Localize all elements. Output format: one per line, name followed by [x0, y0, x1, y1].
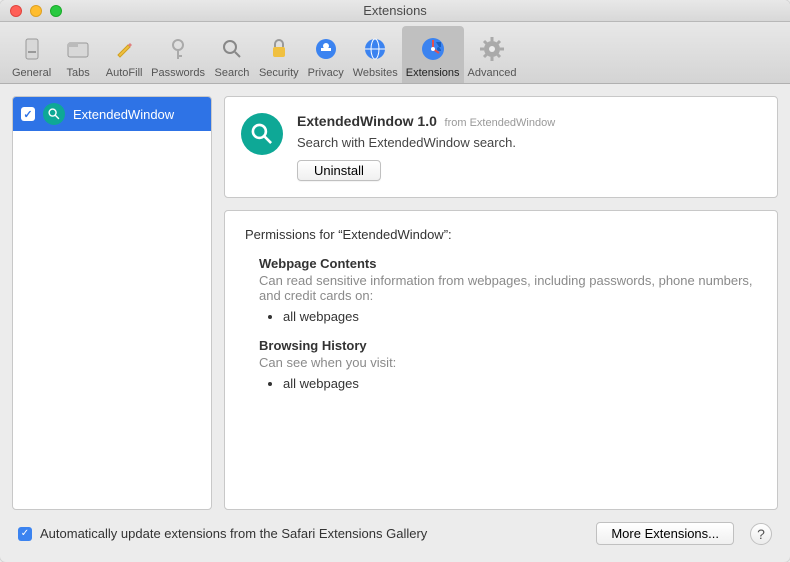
extension-from: from ExtendedWindow — [445, 117, 556, 129]
tab-websites[interactable]: Websites — [349, 26, 402, 83]
tab-label: General — [12, 67, 51, 79]
tab-general[interactable]: General — [8, 26, 55, 83]
extension-title-row: ExtendedWindow 1.0 from ExtendedWindow — [297, 113, 761, 129]
tab-label: AutoFill — [106, 67, 143, 79]
maximize-button[interactable] — [50, 5, 62, 17]
auto-update-label: Automatically update extensions from the… — [40, 526, 427, 541]
tab-extensions[interactable]: Extensions — [402, 26, 464, 83]
preferences-window: Extensions General Tabs AutoFill Passwor… — [0, 0, 790, 562]
tab-label: Security — [259, 67, 299, 79]
permission-list: all webpages — [283, 309, 757, 324]
tab-passwords[interactable]: Passwords — [147, 26, 209, 83]
tab-label: Advanced — [468, 67, 517, 79]
tab-label: Search — [215, 67, 250, 79]
more-extensions-button[interactable]: More Extensions... — [596, 522, 734, 545]
extension-icon — [43, 103, 65, 125]
sidebar-item-label: ExtendedWindow — [73, 107, 174, 122]
tab-tabs[interactable]: Tabs — [55, 26, 101, 83]
tab-label: Privacy — [308, 67, 344, 79]
tab-label: Extensions — [406, 67, 460, 79]
sidebar-item-extendedwindow[interactable]: ✓ ExtendedWindow — [13, 97, 211, 131]
help-button[interactable]: ? — [750, 523, 772, 545]
autofill-icon — [108, 33, 140, 65]
privacy-icon — [310, 33, 342, 65]
tab-autofill[interactable]: AutoFill — [101, 26, 147, 83]
permission-section-browsing-history: Browsing History Can see when you visit:… — [259, 338, 757, 391]
permission-title: Webpage Contents — [259, 256, 757, 271]
tab-label: Tabs — [67, 67, 90, 79]
permission-description: Can see when you visit: — [259, 355, 757, 370]
search-icon — [216, 33, 248, 65]
security-icon — [263, 33, 295, 65]
extension-title: ExtendedWindow 1.0 — [297, 113, 437, 129]
advanced-icon — [476, 33, 508, 65]
uninstall-button[interactable]: Uninstall — [297, 160, 381, 181]
permission-description: Can read sensitive information from webp… — [259, 273, 757, 303]
extensions-sidebar: ✓ ExtendedWindow — [12, 96, 212, 510]
traffic-lights — [10, 5, 62, 17]
permissions-panel: Permissions for “ExtendedWindow”: Webpag… — [224, 210, 778, 510]
tab-label: Passwords — [151, 67, 205, 79]
auto-update-checkbox[interactable]: ✓ — [18, 527, 32, 541]
extension-description: Search with ExtendedWindow search. — [297, 135, 761, 150]
tab-search[interactable]: Search — [209, 26, 255, 83]
websites-icon — [359, 33, 391, 65]
window-title: Extensions — [8, 3, 782, 18]
close-button[interactable] — [10, 5, 22, 17]
extensions-icon — [417, 33, 449, 65]
passwords-icon — [162, 33, 194, 65]
extension-header: ExtendedWindow 1.0 from ExtendedWindow S… — [224, 96, 778, 198]
minimize-button[interactable] — [30, 5, 42, 17]
general-icon — [16, 33, 48, 65]
tab-security[interactable]: Security — [255, 26, 303, 83]
permission-list: all webpages — [283, 376, 757, 391]
permission-list-item: all webpages — [283, 309, 757, 324]
permission-list-item: all webpages — [283, 376, 757, 391]
extension-icon-large — [241, 113, 283, 155]
permission-section-webpage-contents: Webpage Contents Can read sensitive info… — [259, 256, 757, 324]
footer: ✓ Automatically update extensions from t… — [0, 522, 790, 557]
permission-title: Browsing History — [259, 338, 757, 353]
titlebar: Extensions — [0, 0, 790, 22]
tabs-icon — [62, 33, 94, 65]
extension-header-text: ExtendedWindow 1.0 from ExtendedWindow S… — [297, 113, 761, 181]
preferences-toolbar: General Tabs AutoFill Passwords Search — [0, 22, 790, 84]
tab-label: Websites — [353, 67, 398, 79]
extension-enable-checkbox[interactable]: ✓ — [21, 107, 35, 121]
tab-advanced[interactable]: Advanced — [464, 26, 521, 83]
main-area: ✓ ExtendedWindow ExtendedWindow 1.0 from… — [0, 84, 790, 522]
permissions-header: Permissions for “ExtendedWindow”: — [245, 227, 757, 242]
tab-privacy[interactable]: Privacy — [303, 26, 349, 83]
extension-details: ExtendedWindow 1.0 from ExtendedWindow S… — [224, 96, 778, 510]
